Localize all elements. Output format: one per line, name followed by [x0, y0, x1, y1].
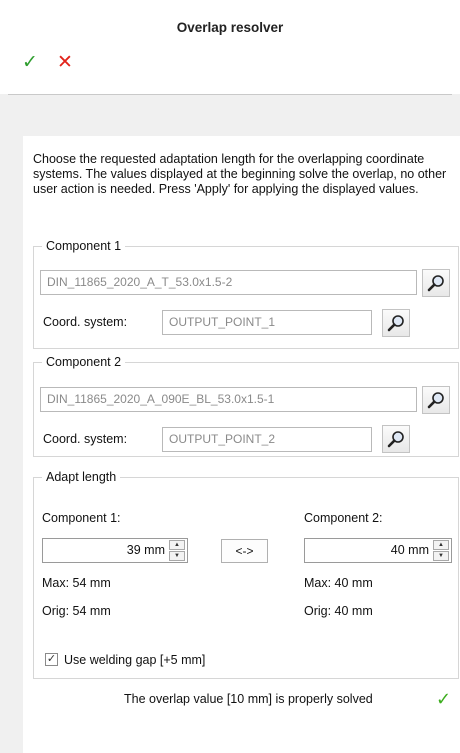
spin-up-icon[interactable]: ▲: [433, 540, 449, 550]
component1-length-label: Component 1:: [42, 511, 121, 525]
adapt-length-legend: Adapt length: [46, 470, 117, 484]
spin-up-icon[interactable]: ▲: [169, 540, 185, 550]
component2-length-value: 40 mm: [390, 543, 429, 557]
component2-length-stepper[interactable]: 40 mm ▲ ▼: [304, 538, 452, 563]
magnifier-icon: [387, 315, 404, 332]
component1-orig-label: Orig: 54 mm: [42, 604, 111, 618]
window-title: Overlap resolver: [176, 20, 284, 35]
component1-coord-search-button[interactable]: [382, 309, 410, 337]
magnifier-icon: [387, 431, 404, 448]
component1-coord-label: Coord. system:: [43, 315, 128, 329]
component2-orig-label: Orig: 40 mm: [304, 604, 373, 618]
welding-gap-label: Use welding gap [+5 mm]: [64, 653, 206, 667]
checkmark-icon: ✓: [436, 689, 452, 709]
component2-coord-field[interactable]: OUTPUT_POINT_2: [162, 427, 372, 452]
swap-button[interactable]: <->: [221, 539, 268, 563]
component2-name-field[interactable]: DIN_11865_2020_A_090E_BL_53.0x1.5-1: [40, 387, 417, 412]
component1-max-label: Max: 54 mm: [42, 576, 111, 590]
component2-search-button[interactable]: [422, 386, 450, 414]
checkbox-check-icon: ✓: [46, 653, 57, 665]
magnifier-icon: [427, 275, 444, 292]
component1-length-stepper[interactable]: 39 mm ▲ ▼: [42, 538, 188, 563]
component1-spin[interactable]: ▲ ▼: [169, 540, 186, 561]
component1-length-value: 39 mm: [126, 543, 165, 557]
component2-length-label: Component 2:: [304, 511, 383, 525]
spin-down-icon[interactable]: ▼: [169, 551, 185, 561]
component1-coord-field[interactable]: OUTPUT_POINT_1: [162, 310, 372, 335]
checkmark-icon[interactable]: ✓: [22, 52, 38, 74]
component2-max-label: Max: 40 mm: [304, 576, 373, 590]
header-divider: [8, 94, 452, 95]
close-icon[interactable]: ✕: [57, 52, 73, 74]
component2-spin[interactable]: ▲ ▼: [433, 540, 450, 561]
component2-coord-label: Coord. system:: [43, 432, 128, 446]
welding-gap-checkbox[interactable]: ✓: [45, 653, 58, 666]
component1-name-field[interactable]: DIN_11865_2020_A_T_53.0x1.5-2: [40, 270, 417, 295]
component1-search-button[interactable]: [422, 269, 450, 297]
spin-down-icon[interactable]: ▼: [433, 551, 449, 561]
component2-coord-search-button[interactable]: [382, 425, 410, 453]
intro-text: Choose the requested adaptation length f…: [33, 152, 447, 196]
component1-legend: Component 1: [46, 239, 122, 253]
magnifier-icon: [427, 392, 444, 409]
header-area: Overlap resolver ✓ ✕: [0, 0, 460, 94]
component2-legend: Component 2: [46, 355, 122, 369]
status-text: The overlap value [10 mm] is properly so…: [124, 692, 373, 706]
